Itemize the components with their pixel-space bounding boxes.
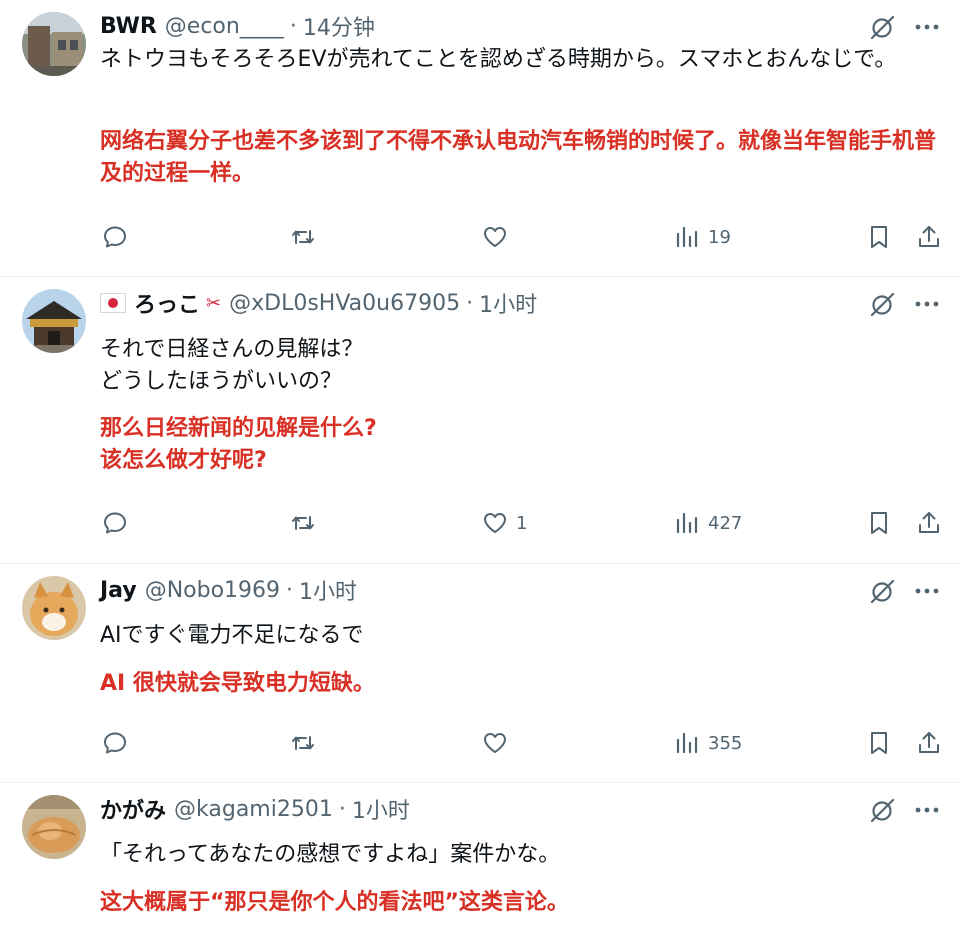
tweet-actions: 1 427 — [100, 510, 950, 544]
avatar[interactable] — [22, 289, 86, 353]
display-name[interactable]: ろっこ — [134, 287, 200, 319]
tweet-top-icons — [868, 795, 942, 825]
tweet-translation: 这大概属于“那只是你个人的看法吧”这类言论。 — [100, 890, 569, 915]
avatar[interactable] — [22, 795, 86, 859]
display-name[interactable]: BWR — [100, 14, 157, 39]
grok-icon[interactable] — [868, 576, 898, 606]
tweet-actions: 19 — [100, 224, 950, 258]
retweet-button[interactable] — [290, 510, 316, 536]
more-icon[interactable] — [912, 289, 942, 319]
more-icon[interactable] — [912, 576, 942, 606]
user-handle[interactable]: @econ____ — [165, 14, 284, 39]
grok-icon[interactable] — [868, 12, 898, 42]
retweet-icon — [292, 230, 314, 244]
retweet-icon — [292, 516, 314, 530]
reply-icon — [104, 226, 126, 248]
user-handle[interactable]: @xDL0sHVa0u67905 — [229, 291, 460, 316]
views-icon — [676, 732, 698, 754]
retweet-button[interactable] — [290, 730, 316, 756]
like-button[interactable] — [482, 730, 516, 756]
tweet-actions: 355 — [100, 730, 950, 764]
views-button[interactable]: 19 — [674, 224, 731, 250]
avatar[interactable] — [22, 12, 86, 76]
user-handle[interactable]: @Nobo1969 — [145, 578, 280, 603]
like-button[interactable]: 1 — [482, 510, 527, 536]
tweet-translation: 网络右翼分子也差不多该到了不得不承认电动汽车畅销的时候了。就像当年智能手机普及的… — [100, 129, 937, 186]
like-button[interactable] — [482, 224, 516, 250]
view-count: 355 — [708, 732, 743, 754]
reply-button[interactable] — [102, 730, 128, 756]
tweet-text: それで日経さんの見解は？ どうしたほうがいいの？ — [100, 337, 364, 394]
like-icon — [484, 733, 506, 753]
tweet-text: AIですぐ電力不足になるで — [100, 623, 364, 648]
scissors-icon: ✂ — [206, 292, 222, 314]
avatar[interactable] — [22, 576, 86, 640]
share-button[interactable] — [916, 730, 942, 756]
bookmark-icon — [871, 512, 887, 534]
share-icon — [919, 226, 939, 247]
like-icon — [484, 513, 506, 533]
tweet[interactable]: Jay @Nobo1969 · 1小时 AIですぐ電力不足になるで AI 很快就… — [0, 564, 960, 783]
separator-dot: · — [466, 290, 474, 316]
share-button[interactable] — [916, 224, 942, 250]
retweet-button[interactable] — [290, 224, 316, 250]
view-count: 427 — [708, 512, 743, 534]
user-handle[interactable]: @kagami2501 — [174, 797, 333, 822]
tweet[interactable]: BWR @econ____ · 14分钟 ネトウヨもそろそろEVが売れてことを認… — [0, 0, 960, 277]
tweet-header: かがみ @kagami2501 · 1小时 — [100, 793, 410, 825]
separator-dot: · — [289, 13, 297, 39]
display-name[interactable]: かがみ — [100, 793, 166, 825]
reply-icon — [104, 732, 126, 754]
views-button[interactable]: 427 — [674, 510, 742, 536]
timestamp[interactable]: 1小时 — [479, 287, 537, 319]
like-count: 1 — [516, 512, 528, 534]
timestamp[interactable]: 1小时 — [299, 574, 357, 606]
retweet-icon — [292, 736, 314, 750]
bookmark-button[interactable] — [866, 510, 892, 536]
views-button[interactable]: 355 — [674, 730, 742, 756]
grok-icon[interactable] — [868, 795, 898, 825]
like-icon — [484, 227, 506, 247]
bookmark-button[interactable] — [866, 730, 892, 756]
more-icon[interactable] — [912, 12, 942, 42]
japan-flag-icon — [100, 293, 126, 313]
tweet[interactable]: ろっこ ✂ @xDL0sHVa0u67905 · 1小时 それで日経さんの見解は… — [0, 277, 960, 564]
views-icon — [676, 226, 698, 248]
bookmark-button[interactable] — [866, 224, 892, 250]
timestamp[interactable]: 1小时 — [352, 793, 410, 825]
tweet-header: Jay @Nobo1969 · 1小时 — [100, 574, 357, 606]
grok-icon[interactable] — [868, 289, 898, 319]
share-icon — [919, 732, 939, 753]
timeline-feed: BWR @econ____ · 14分钟 ネトウヨもそろそろEVが売れてことを認… — [0, 0, 960, 930]
bookmark-icon — [871, 732, 887, 754]
reply-button[interactable] — [102, 510, 128, 536]
tweet-header: BWR @econ____ · 14分钟 — [100, 10, 375, 42]
tweet-translation: 那么日经新闻的见解是什么? 该怎么做才好呢? — [100, 416, 377, 473]
tweet-top-icons — [868, 289, 942, 319]
timestamp[interactable]: 14分钟 — [303, 10, 375, 42]
reply-icon — [104, 512, 126, 534]
display-name[interactable]: Jay — [100, 578, 137, 603]
tweet-text: ネトウヨもそろそろEVが売れてことを認めざる時期から。スマホとおんなじで。 — [100, 47, 897, 72]
view-count: 19 — [708, 226, 731, 248]
share-icon — [919, 512, 939, 533]
tweet-translation: AI 很快就会导致电力短缺。 — [100, 671, 375, 696]
reply-button[interactable] — [102, 224, 128, 250]
tweet-text: 「それってあなたの感想ですよね」案件かな。 — [100, 842, 561, 867]
separator-dot: · — [338, 796, 346, 822]
tweet-top-icons — [868, 12, 942, 42]
views-icon — [676, 512, 698, 534]
separator-dot: · — [286, 577, 294, 603]
tweet[interactable]: かがみ @kagami2501 · 1小时 「それってあなたの感想ですよね」案件… — [0, 783, 960, 930]
share-button[interactable] — [916, 510, 942, 536]
tweet-header: ろっこ ✂ @xDL0sHVa0u67905 · 1小时 — [100, 287, 537, 319]
more-icon[interactable] — [912, 795, 942, 825]
bookmark-icon — [871, 226, 887, 248]
tweet-top-icons — [868, 576, 942, 606]
